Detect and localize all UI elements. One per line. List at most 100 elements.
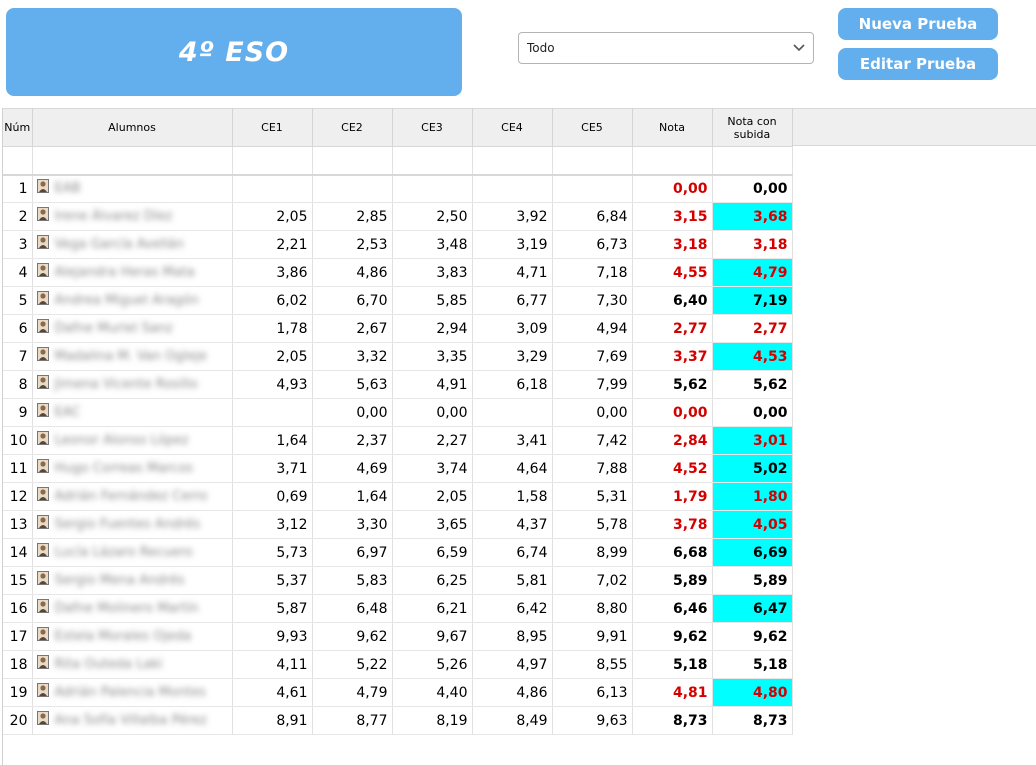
ce1-cell[interactable]: 5,87 (232, 594, 313, 623)
ce5-cell[interactable]: 5,31 (552, 482, 633, 511)
ce3-cell[interactable]: 6,25 (392, 566, 473, 595)
ce4-cell[interactable]: 4,64 (472, 454, 553, 483)
ce2-cell[interactable]: 6,48 (312, 594, 393, 623)
ce2-cell[interactable]: 3,30 (312, 510, 393, 539)
table-row[interactable]: 5 Andrea Miguel Aragón 6,02 6,70 5,85 6,77 7,3… (3, 286, 793, 315)
student-name-cell[interactable]: Irene Álvarez Díez (32, 202, 233, 231)
grade-cell[interactable]: 3,15 (632, 202, 713, 231)
row-number[interactable]: 7 (3, 342, 33, 371)
grade-cell[interactable]: 1,79 (632, 482, 713, 511)
filter-cell[interactable] (3, 146, 33, 176)
student-name-cell[interactable]: Estela Morales Ojeda (32, 622, 233, 651)
row-number[interactable]: 1 (3, 174, 33, 203)
raised-grade-cell[interactable]: 6,69 (712, 538, 793, 567)
filter-cell[interactable] (392, 146, 473, 176)
row-number[interactable]: 13 (3, 510, 33, 539)
grade-cell[interactable]: 2,84 (632, 426, 713, 455)
ce1-cell[interactable]: 8,91 (232, 706, 313, 735)
raised-grade-cell[interactable]: 3,18 (712, 230, 793, 259)
ce2-cell[interactable]: 4,79 (312, 678, 393, 707)
table-row[interactable]: 17 Estela Morales Ojeda 9,93 9,62 9,67 8,95 9,… (3, 622, 793, 651)
grade-cell[interactable]: 5,18 (632, 650, 713, 679)
ce4-cell[interactable]: 4,86 (472, 678, 553, 707)
ce3-cell[interactable]: 2,50 (392, 202, 473, 231)
ce5-cell[interactable]: 7,99 (552, 370, 633, 399)
student-name-cell[interactable]: Jimena Vicente Rosillo (32, 370, 233, 399)
ce4-cell[interactable]: 3,29 (472, 342, 553, 371)
student-name-cell[interactable]: Sergio Fuentes Andrés (32, 510, 233, 539)
grade-cell[interactable]: 9,62 (632, 622, 713, 651)
table-row[interactable]: 16 Dafne Molinero Martín 5,87 6,48 6,21 6,42 8… (3, 594, 793, 623)
ce5-cell[interactable]: 4,94 (552, 314, 633, 343)
raised-grade-cell[interactable]: 9,62 (712, 622, 793, 651)
ce3-cell[interactable]: 8,19 (392, 706, 473, 735)
table-row[interactable]: 6 Dafne Muriel Sanz 1,78 2,67 2,94 3,09 4,94 2,… (3, 314, 793, 343)
table-row[interactable]: 20 Ana Sofía Villalba Pérez 8,91 8,77 8,19 8,… (3, 706, 793, 735)
ce2-cell[interactable]: 5,63 (312, 370, 393, 399)
ce1-cell[interactable]: 1,78 (232, 314, 313, 343)
ce3-cell[interactable]: 2,94 (392, 314, 473, 343)
ce1-cell[interactable]: 4,93 (232, 370, 313, 399)
ce5-cell[interactable]: 8,99 (552, 538, 633, 567)
ce4-cell[interactable]: 3,92 (472, 202, 553, 231)
ce5-cell[interactable]: 7,42 (552, 426, 633, 455)
grade-cell[interactable]: 0,00 (632, 398, 713, 427)
ce5-cell[interactable]: 7,02 (552, 566, 633, 595)
new-test-button[interactable]: Nueva Prueba (838, 8, 998, 40)
ce2-cell[interactable]: 9,62 (312, 622, 393, 651)
row-number[interactable]: 6 (3, 314, 33, 343)
raised-grade-cell[interactable]: 7,19 (712, 286, 793, 315)
row-number[interactable]: 3 (3, 230, 33, 259)
raised-grade-cell[interactable]: 6,47 (712, 594, 793, 623)
column-header-number[interactable]: Núm (3, 108, 33, 147)
ce1-cell[interactable]: 4,11 (232, 650, 313, 679)
raised-grade-cell[interactable]: 4,80 (712, 678, 793, 707)
filter-cell[interactable] (32, 146, 233, 176)
row-number[interactable]: 9 (3, 398, 33, 427)
column-header-grade[interactable]: Nota (632, 108, 713, 147)
student-name-cell[interactable]: Dafne Molinero Martín (32, 594, 233, 623)
ce5-cell[interactable]: 9,91 (552, 622, 633, 651)
grade-cell[interactable]: 0,00 (632, 174, 713, 203)
raised-grade-cell[interactable]: 3,01 (712, 426, 793, 455)
ce1-cell[interactable]: 6,02 (232, 286, 313, 315)
ce1-cell[interactable]: 4,61 (232, 678, 313, 707)
grade-cell[interactable]: 3,37 (632, 342, 713, 371)
ce5-cell[interactable]: 7,18 (552, 258, 633, 287)
ce5-cell[interactable]: 7,30 (552, 286, 633, 315)
ce3-cell[interactable]: 3,83 (392, 258, 473, 287)
ce4-cell[interactable]: 4,71 (472, 258, 553, 287)
column-header-ce3[interactable]: CE3 (392, 108, 473, 147)
table-row[interactable]: 14 Lucía Lázaro Recuero 5,73 6,97 6,59 6,74 8,… (3, 538, 793, 567)
ce2-cell[interactable]: 4,69 (312, 454, 393, 483)
ce2-cell[interactable]: 3,32 (312, 342, 393, 371)
student-name-cell[interactable]: Ana Sofía Villalba Pérez (32, 706, 233, 735)
ce4-cell[interactable]: 3,19 (472, 230, 553, 259)
ce4-cell[interactable]: 6,74 (472, 538, 553, 567)
grade-cell[interactable]: 6,68 (632, 538, 713, 567)
column-header-raised-grade[interactable]: Nota con subida (712, 108, 793, 147)
ce4-cell[interactable] (472, 398, 553, 427)
filter-cell[interactable] (712, 146, 793, 176)
ce3-cell[interactable]: 3,35 (392, 342, 473, 371)
ce2-cell[interactable]: 2,53 (312, 230, 393, 259)
filter-cell[interactable] (232, 146, 313, 176)
raised-grade-cell[interactable]: 8,73 (712, 706, 793, 735)
filter-dropdown[interactable]: Todo (518, 32, 814, 64)
raised-grade-cell[interactable]: 3,68 (712, 202, 793, 231)
ce1-cell[interactable]: 9,93 (232, 622, 313, 651)
ce5-cell[interactable]: 6,84 (552, 202, 633, 231)
ce5-cell[interactable]: 7,69 (552, 342, 633, 371)
student-name-cell[interactable]: Vega García Avellán (32, 230, 233, 259)
raised-grade-cell[interactable]: 5,18 (712, 650, 793, 679)
ce5-cell[interactable] (552, 174, 633, 203)
ce4-cell[interactable]: 6,18 (472, 370, 553, 399)
row-number[interactable]: 20 (3, 706, 33, 735)
grade-cell[interactable]: 5,89 (632, 566, 713, 595)
table-row[interactable]: 19 Adrián Palencia Montes 4,61 4,79 4,40 4,86… (3, 678, 793, 707)
ce5-cell[interactable]: 5,78 (552, 510, 633, 539)
ce4-cell[interactable]: 8,49 (472, 706, 553, 735)
table-row[interactable]: 9 EAC 0,00 0,00 0,00 0,00 0,00 (3, 398, 793, 427)
student-name-cell[interactable]: Dafne Muriel Sanz (32, 314, 233, 343)
ce4-cell[interactable]: 4,37 (472, 510, 553, 539)
